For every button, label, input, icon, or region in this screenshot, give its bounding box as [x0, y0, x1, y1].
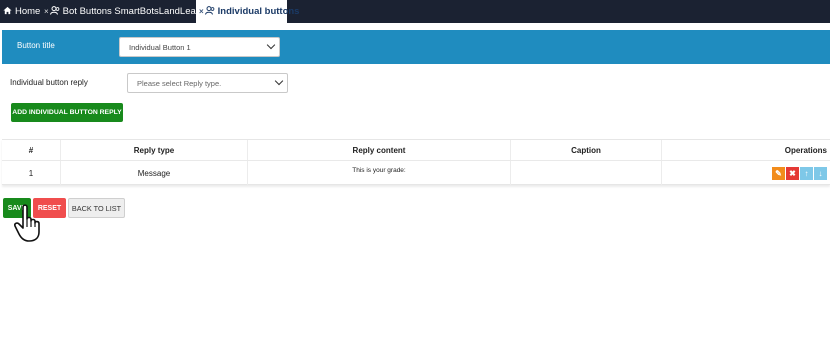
tab-individual-buttons-label: Individual buttons [217, 6, 300, 17]
row-caption [511, 161, 662, 185]
pencil-icon: ✎ [775, 168, 782, 178]
header-reply-content: Reply content [248, 140, 511, 160]
arrow-down-icon: ↓ [818, 168, 823, 178]
edit-button[interactable]: ✎ [772, 166, 785, 180]
table-row: 1 Message This is your grade: ✎ ✖ ↑ ↓ [2, 161, 830, 185]
row-reply-type: Message [61, 161, 248, 185]
header-operations: Operations [784, 145, 827, 155]
row-reply-content: This is your grade: [248, 161, 511, 185]
reply-label: Individual button reply [10, 78, 88, 87]
header-reply-type: Reply type [61, 140, 248, 160]
close-icon[interactable]: × [199, 7, 204, 16]
row-operations: ✎ ✖ ↑ ↓ [662, 161, 830, 185]
row-index: 1 [2, 161, 61, 185]
button-title-select[interactable]: Individual Button 1 [119, 37, 280, 57]
tab-bot-buttons[interactable]: × Bot Buttons SmartBotsLandLearning [40, 0, 217, 23]
tab-home-label: Home [15, 6, 41, 17]
delete-button[interactable]: ✖ [786, 166, 799, 180]
top-tab-bar: Home × Bot Buttons SmartBotsLandLearning… [0, 0, 830, 23]
users-icon [49, 6, 60, 17]
close-icon[interactable]: × [44, 7, 49, 16]
tab-bot-buttons-label: Bot Buttons SmartBotsLandLearning [62, 6, 217, 17]
button-title-label: Button title [17, 41, 55, 50]
button-title-value: Individual Button 1 [129, 42, 191, 52]
move-down-button[interactable]: ↓ [814, 166, 827, 180]
reply-type-placeholder: Please select Reply type. [137, 78, 222, 88]
table-header-row: # Reply type Reply content Caption Opera… [2, 140, 830, 161]
add-individual-button-reply-button[interactable]: ADD INDIVIDUAL BUTTON REPLY [11, 103, 123, 122]
users-icon [204, 6, 215, 17]
tab-individual-buttons[interactable]: × Individual buttons [196, 0, 299, 23]
tab-home[interactable]: Home [0, 0, 40, 23]
chevron-down-icon [266, 40, 276, 50]
home-icon [3, 6, 12, 17]
reply-type-select[interactable]: Please select Reply type. [127, 73, 288, 93]
move-up-button[interactable]: ↑ [800, 166, 813, 180]
back-to-list-button[interactable]: BACK TO LIST [68, 198, 125, 218]
close-icon: ✖ [789, 168, 796, 178]
header-index: # [2, 140, 61, 160]
arrow-up-icon: ↑ [804, 168, 809, 178]
hand-pointer-icon [14, 204, 40, 242]
replies-table: # Reply type Reply content Caption Opera… [2, 139, 830, 185]
chevron-down-icon [274, 76, 284, 86]
header-caption: Caption [511, 140, 662, 160]
